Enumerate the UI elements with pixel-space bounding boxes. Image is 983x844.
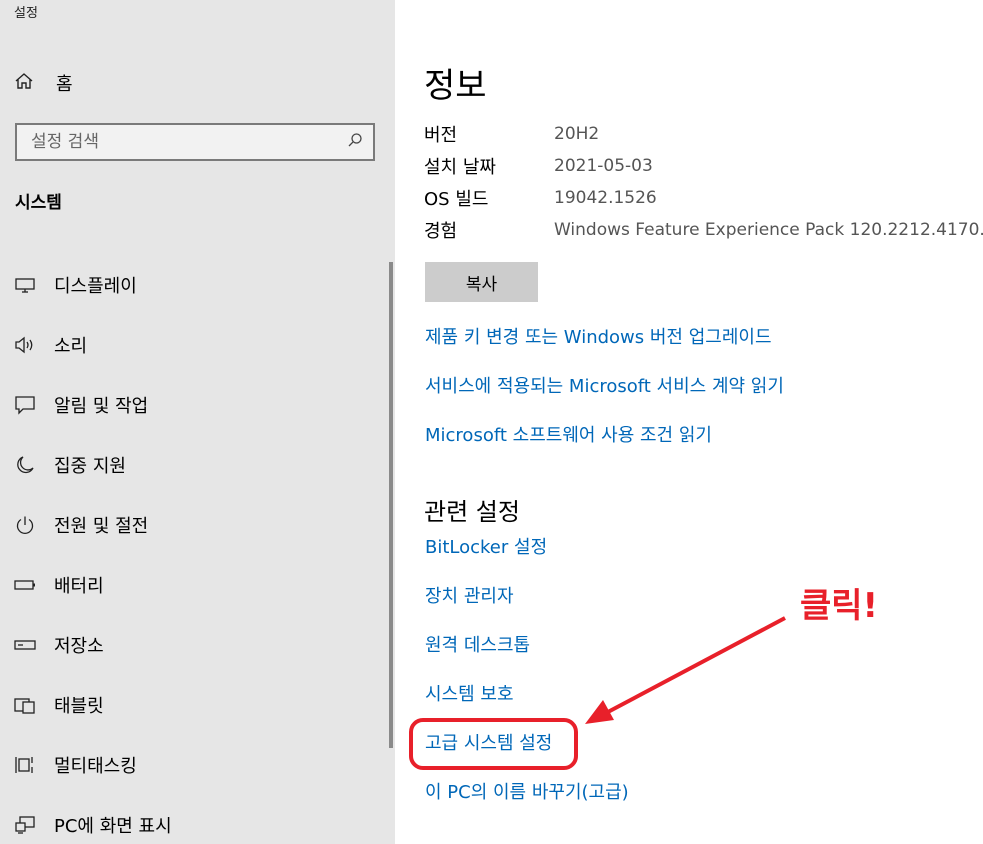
sidebar-item-power[interactable]: 전원 및 절전 [14,495,384,555]
sidebar-item-label: PC에 화면 표시 [54,816,172,837]
notification-icon [14,394,36,416]
sidebar-item-label: 전원 및 절전 [54,516,149,537]
info-links: 제품 키 변경 또는 Windows 버전 업그레이드 서비스에 적용되는 Mi… [425,320,784,467]
annotation-label: 클릭! [800,586,879,626]
info-key: OS 빌드 [424,189,489,210]
sidebar-scrollbar[interactable] [389,262,393,748]
sidebar-item-notifications[interactable]: 알림 및 작업 [14,375,384,435]
sidebar-item-tablet[interactable]: 태블릿 [14,675,384,735]
related-settings-title: 관련 설정 [424,498,520,526]
link-license-terms[interactable]: Microsoft 소프트웨어 사용 조건 읽기 [425,418,784,467]
info-value: 19042.1526 [554,188,657,208]
sidebar-item-label: 집중 지원 [54,456,126,477]
info-row: 버전 20H2 [424,118,983,150]
sidebar: 설정 홈 시스템 디스플레이 소리 알림 및 작업 집중 지원 [0,0,395,844]
link-rename-pc[interactable]: 이 PC의 이름 바꾸기(고급) [425,775,629,824]
project-icon [14,814,36,836]
page-title: 정보 [424,66,487,106]
copy-button[interactable]: 복사 [425,262,538,302]
sidebar-item-label: 배터리 [54,576,104,597]
battery-icon [14,574,36,596]
info-row: 설치 날짜 2021-05-03 [424,150,983,182]
sidebar-item-label: 태블릿 [54,696,104,717]
sidebar-item-multitasking[interactable]: 멀티태스킹 [14,735,384,795]
settings-search-box[interactable] [15,123,375,161]
info-key: 설치 날짜 [424,157,496,178]
sidebar-item-project[interactable]: PC에 화면 표시 [14,795,384,844]
link-device-manager[interactable]: 장치 관리자 [425,579,629,628]
annotation-highlight [409,718,578,770]
search-input[interactable] [31,132,321,152]
link-change-product-key[interactable]: 제품 키 변경 또는 Windows 버전 업그레이드 [425,320,784,369]
info-table: 버전 20H2 설치 날짜 2021-05-03 OS 빌드 19042.152… [424,118,983,246]
sidebar-item-label: 소리 [54,336,88,357]
sidebar-nav: 디스플레이 소리 알림 및 작업 집중 지원 전원 및 절전 배터리 저장소 태… [14,255,384,844]
sidebar-item-sound[interactable]: 소리 [14,315,384,375]
sidebar-item-label: 알림 및 작업 [54,396,149,417]
info-row: OS 빌드 19042.1526 [424,182,983,214]
link-remote-desktop[interactable]: 원격 데스크톱 [425,628,629,677]
info-value: Windows Feature Experience Pack 120.2212… [554,220,983,240]
info-key: 버전 [424,125,458,146]
power-icon [14,514,36,536]
home-nav-item[interactable]: 홈 [14,70,374,96]
search-icon[interactable] [347,132,363,152]
home-icon [14,71,34,95]
info-value: 2021-05-03 [554,156,653,176]
info-row: 경험 Windows Feature Experience Pack 120.2… [424,214,983,246]
moon-icon [14,454,36,476]
sidebar-item-display[interactable]: 디스플레이 [14,255,384,315]
info-value: 20H2 [554,124,600,144]
sidebar-item-focus-assist[interactable]: 집중 지원 [14,435,384,495]
sidebar-item-battery[interactable]: 배터리 [14,555,384,615]
sidebar-item-label: 디스플레이 [54,276,137,297]
multitasking-icon [14,754,36,776]
sidebar-item-label: 멀티태스킹 [54,756,137,777]
section-title: 시스템 [15,193,62,213]
related-links: BitLocker 설정 장치 관리자 원격 데스크톱 시스템 보호 고급 시스… [425,530,629,824]
link-service-agreement[interactable]: 서비스에 적용되는 Microsoft 서비스 계약 읽기 [425,369,784,418]
monitor-icon [14,274,36,296]
home-label: 홈 [56,74,73,95]
info-key: 경험 [424,221,458,242]
sidebar-item-label: 저장소 [54,636,104,657]
sidebar-item-storage[interactable]: 저장소 [14,615,384,675]
tablet-icon [14,694,36,716]
link-bitlocker[interactable]: BitLocker 설정 [425,530,629,579]
speaker-icon [14,334,36,356]
window-title: 설정 [14,6,38,21]
storage-icon [14,634,36,656]
